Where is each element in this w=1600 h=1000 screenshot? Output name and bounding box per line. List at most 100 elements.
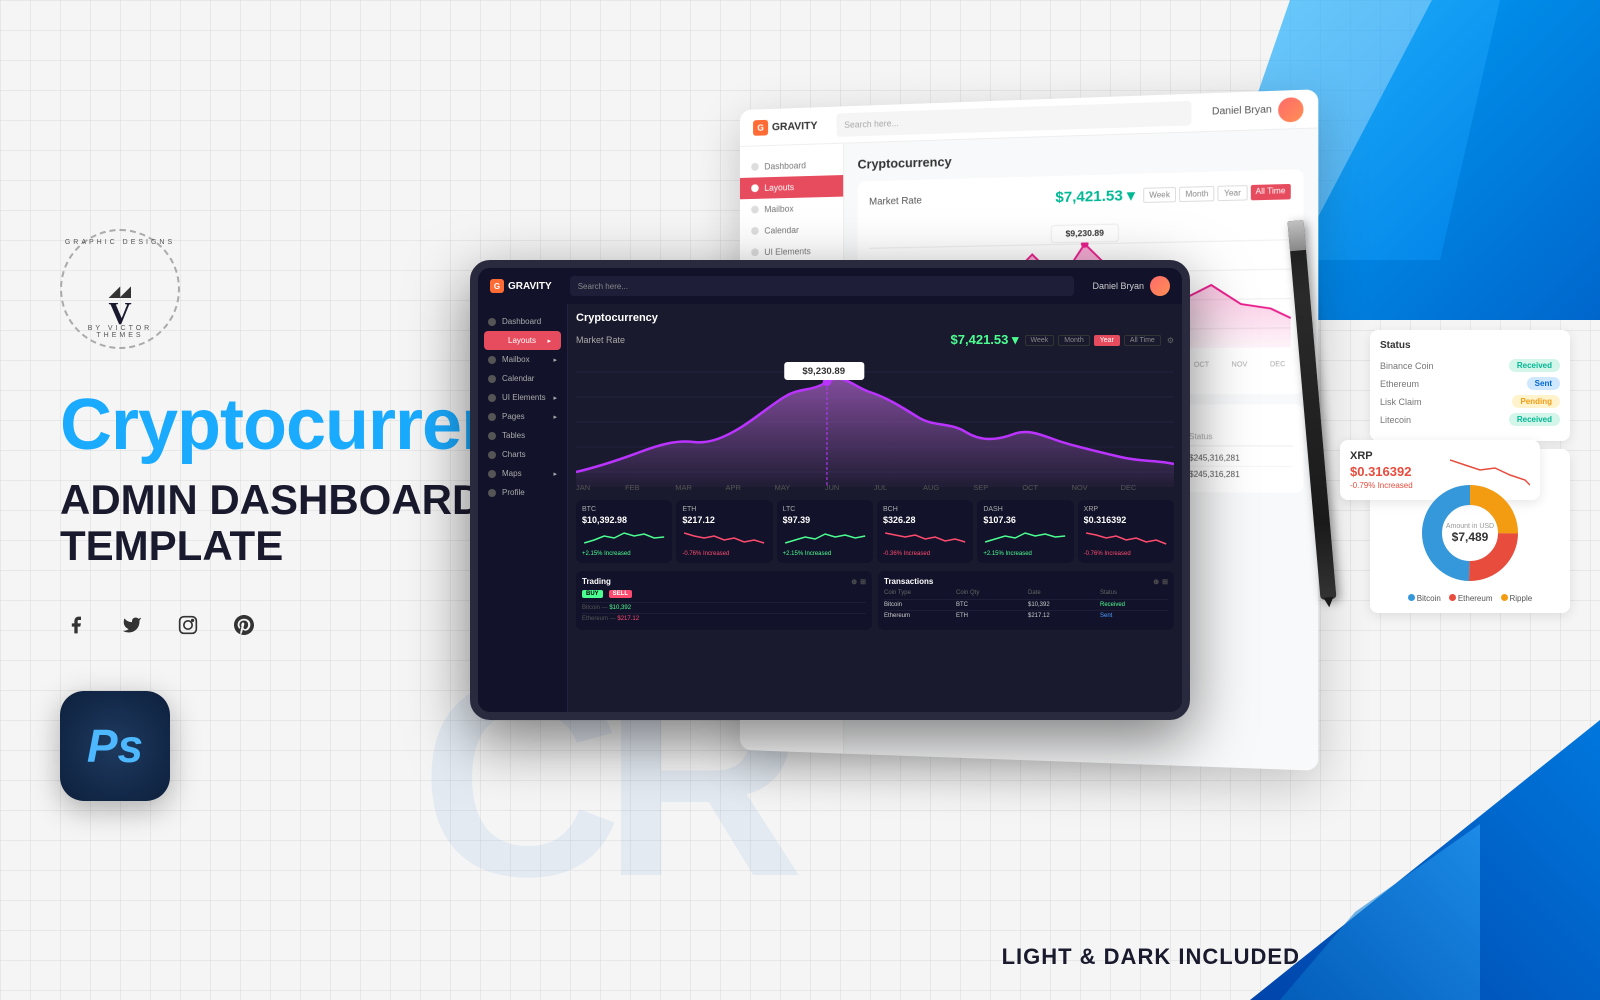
- dark-sidebar-tables[interactable]: Tables: [478, 426, 567, 445]
- coin-card-btc: BTC $10,392.98 +2.15% Increased: [576, 500, 672, 563]
- status-row-pending: Lisk Claim Pending: [1380, 395, 1560, 408]
- dark-sidebar-mailbox[interactable]: Mailbox: [478, 350, 567, 369]
- dark-sidebar-profile[interactable]: Profile: [478, 483, 567, 502]
- dark-dashboard-tablet: G GRAVITY Search here... Daniel Bryan Da…: [470, 260, 1190, 720]
- xrp-change: -0.79% Increased: [1350, 481, 1413, 490]
- status-card: Status Binance Coin Received Ethereum Se…: [1370, 330, 1570, 441]
- time-tab-week[interactable]: Week: [1143, 186, 1176, 202]
- bottom-label: LIGHT & DARK INCLUDED: [1002, 944, 1300, 970]
- dark-chart-area: $9,230.89 JAN FEB MAR APR MAY JUN JUL AU…: [576, 352, 1174, 492]
- dark-sidebar-calendar[interactable]: Calendar: [478, 369, 567, 388]
- dark-sidebar-layouts[interactable]: Layouts: [484, 331, 561, 350]
- status-row-declined: Litecoin Received: [1380, 413, 1560, 426]
- light-search-bar: Search here...: [837, 100, 1192, 136]
- light-market-value: $7,421.53 ▾: [1055, 186, 1134, 206]
- dark-sidebar-pages[interactable]: Pages: [478, 407, 567, 426]
- transactions-expand[interactable]: ⊞: [1162, 578, 1168, 586]
- light-page-title: Cryptocurrency: [858, 143, 1304, 171]
- xrp-symbol: XRP: [1350, 450, 1413, 462]
- admin-title: ADMIN DASHBOARD TEMPLATE: [60, 477, 500, 569]
- instagram-icon[interactable]: [172, 609, 204, 641]
- facebook-icon[interactable]: [60, 609, 92, 641]
- sidebar-icon-dot: [751, 163, 759, 171]
- dark-market-header: Market Rate $7,421.53 ▾ Week Month Year …: [576, 332, 1174, 348]
- light-sidebar-calendar[interactable]: Calendar: [740, 218, 843, 242]
- dark-logo-icon: G: [490, 279, 504, 293]
- photoshop-badge: Ps: [60, 691, 170, 801]
- light-sidebar-dashboard[interactable]: Dashboard: [740, 153, 843, 178]
- transactions-header: Coin Type Coin Qty Date Status: [884, 590, 1168, 596]
- svg-text:$9,230.89: $9,230.89: [1066, 228, 1105, 239]
- trading-row: Ethereum — $217.12: [582, 613, 866, 624]
- status-row-received: Binance Coin Received: [1380, 359, 1560, 372]
- ps-text: Ps: [87, 723, 143, 769]
- svg-text:OCT: OCT: [1022, 483, 1038, 492]
- time-tab-alltime[interactable]: All Time: [1124, 335, 1161, 346]
- svg-text:SEP: SEP: [973, 483, 988, 492]
- coin-cards-grid: BTC $10,392.98 +2.15% Increased ETH $217…: [576, 500, 1174, 563]
- trading-row: Bitcoin — $10,392: [582, 602, 866, 613]
- light-user-avatar: [1278, 96, 1303, 122]
- buy-button[interactable]: BUY: [582, 590, 603, 598]
- twitter-icon[interactable]: [116, 609, 148, 641]
- time-tab-week[interactable]: Week: [1025, 335, 1055, 346]
- svg-text:AUG: AUG: [923, 483, 940, 492]
- svg-text:FEB: FEB: [625, 483, 640, 492]
- light-dash-logo: G GRAVITY: [753, 118, 817, 136]
- pinterest-icon[interactable]: [228, 609, 260, 641]
- light-user-info: Daniel Bryan: [1212, 96, 1304, 124]
- right-side-cards: XRP $0.316392 -0.79% Increased Status Bi…: [1370, 330, 1570, 613]
- dark-market-value: $7,421.53 ▾: [951, 332, 1019, 348]
- status-card-title: Status: [1380, 340, 1560, 351]
- light-sidebar-mailbox[interactable]: Mailbox: [740, 197, 843, 221]
- sidebar-icon-dot: [751, 227, 759, 235]
- col-status: Status: [1189, 432, 1293, 441]
- svg-text:$9,230.89: $9,230.89: [802, 366, 845, 376]
- brand-logo: GRAPHIC DESIGNS ◢◢ BY VICTOR THEMES: [60, 229, 180, 349]
- nav-dot: [488, 356, 496, 364]
- trading-expand[interactable]: ⊞: [860, 578, 866, 586]
- trading-content: Bitcoin — $10,392 Ethereum — $217.12: [582, 602, 866, 624]
- light-logo-icon: G: [753, 119, 768, 135]
- time-tab-alltime[interactable]: All Time: [1250, 183, 1290, 199]
- dark-dash-header: G GRAVITY Search here... Daniel Bryan: [478, 268, 1182, 304]
- trading-settings[interactable]: ⊕: [851, 578, 857, 586]
- light-market-label: Market Rate: [869, 195, 922, 207]
- nav-dot: [488, 470, 496, 478]
- light-market-header: Market Rate $7,421.53 ▾ Week Month Year …: [869, 182, 1291, 211]
- dark-sidebar-maps[interactable]: Maps: [478, 464, 567, 483]
- time-tab-month[interactable]: Month: [1179, 185, 1214, 201]
- trading-section: Trading ⊕ ⊞ BUY SELL Bitcoin — $10,392: [576, 571, 872, 630]
- svg-text:MAR: MAR: [675, 483, 692, 492]
- nav-dot: [488, 451, 496, 459]
- coin-card-xrp: XRP $0.316392 -0.76% Increased: [1078, 500, 1174, 563]
- dark-user-info: Daniel Bryan: [1092, 276, 1170, 296]
- dark-time-tabs: Week Month Year All Time: [1025, 335, 1161, 346]
- settings-icon[interactable]: ⚙: [1167, 336, 1174, 345]
- dark-sidebar: Dashboard Layouts Mailbox Calendar UI El…: [478, 304, 568, 712]
- nav-dot: [488, 318, 496, 326]
- nav-dot: [494, 337, 502, 345]
- sell-button[interactable]: SELL: [609, 590, 632, 598]
- light-sidebar-layouts[interactable]: Layouts: [740, 175, 843, 199]
- dark-sidebar-dashboard[interactable]: Dashboard: [478, 312, 567, 331]
- svg-text:NOV: NOV: [1071, 483, 1087, 492]
- brand-top-text: GRAPHIC DESIGNS: [62, 239, 178, 246]
- dark-main-content: Cryptocurrency Market Rate $7,421.53 ▾ W…: [568, 304, 1182, 712]
- left-panel: GRAPHIC DESIGNS ◢◢ BY VICTOR THEMES Cryp…: [60, 0, 500, 1000]
- dark-page-title: Cryptocurrency: [576, 312, 1174, 324]
- status-badge-pending: Pending: [1512, 395, 1560, 408]
- coin-card-bch: BCH $326.28 -0.36% Increased: [877, 500, 973, 563]
- transactions-settings[interactable]: ⊕: [1153, 578, 1159, 586]
- time-tab-month[interactable]: Month: [1058, 335, 1089, 346]
- dark-sidebar-charts[interactable]: Charts: [478, 445, 567, 464]
- transactions-section: Transactions ⊕ ⊞ Coin Type Coin Qty Date…: [878, 571, 1174, 630]
- dark-sidebar-ui-elements[interactable]: UI Elements: [478, 388, 567, 407]
- status-badge-sent: Sent: [1527, 377, 1560, 390]
- status-badge-received: Received: [1509, 359, 1560, 372]
- transactions-title: Transactions ⊕ ⊞: [884, 577, 1168, 586]
- time-tab-year[interactable]: Year: [1094, 335, 1120, 346]
- time-tab-year[interactable]: Year: [1218, 185, 1247, 201]
- nav-dot: [488, 394, 496, 402]
- svg-text:Amount in USD: Amount in USD: [1446, 523, 1494, 530]
